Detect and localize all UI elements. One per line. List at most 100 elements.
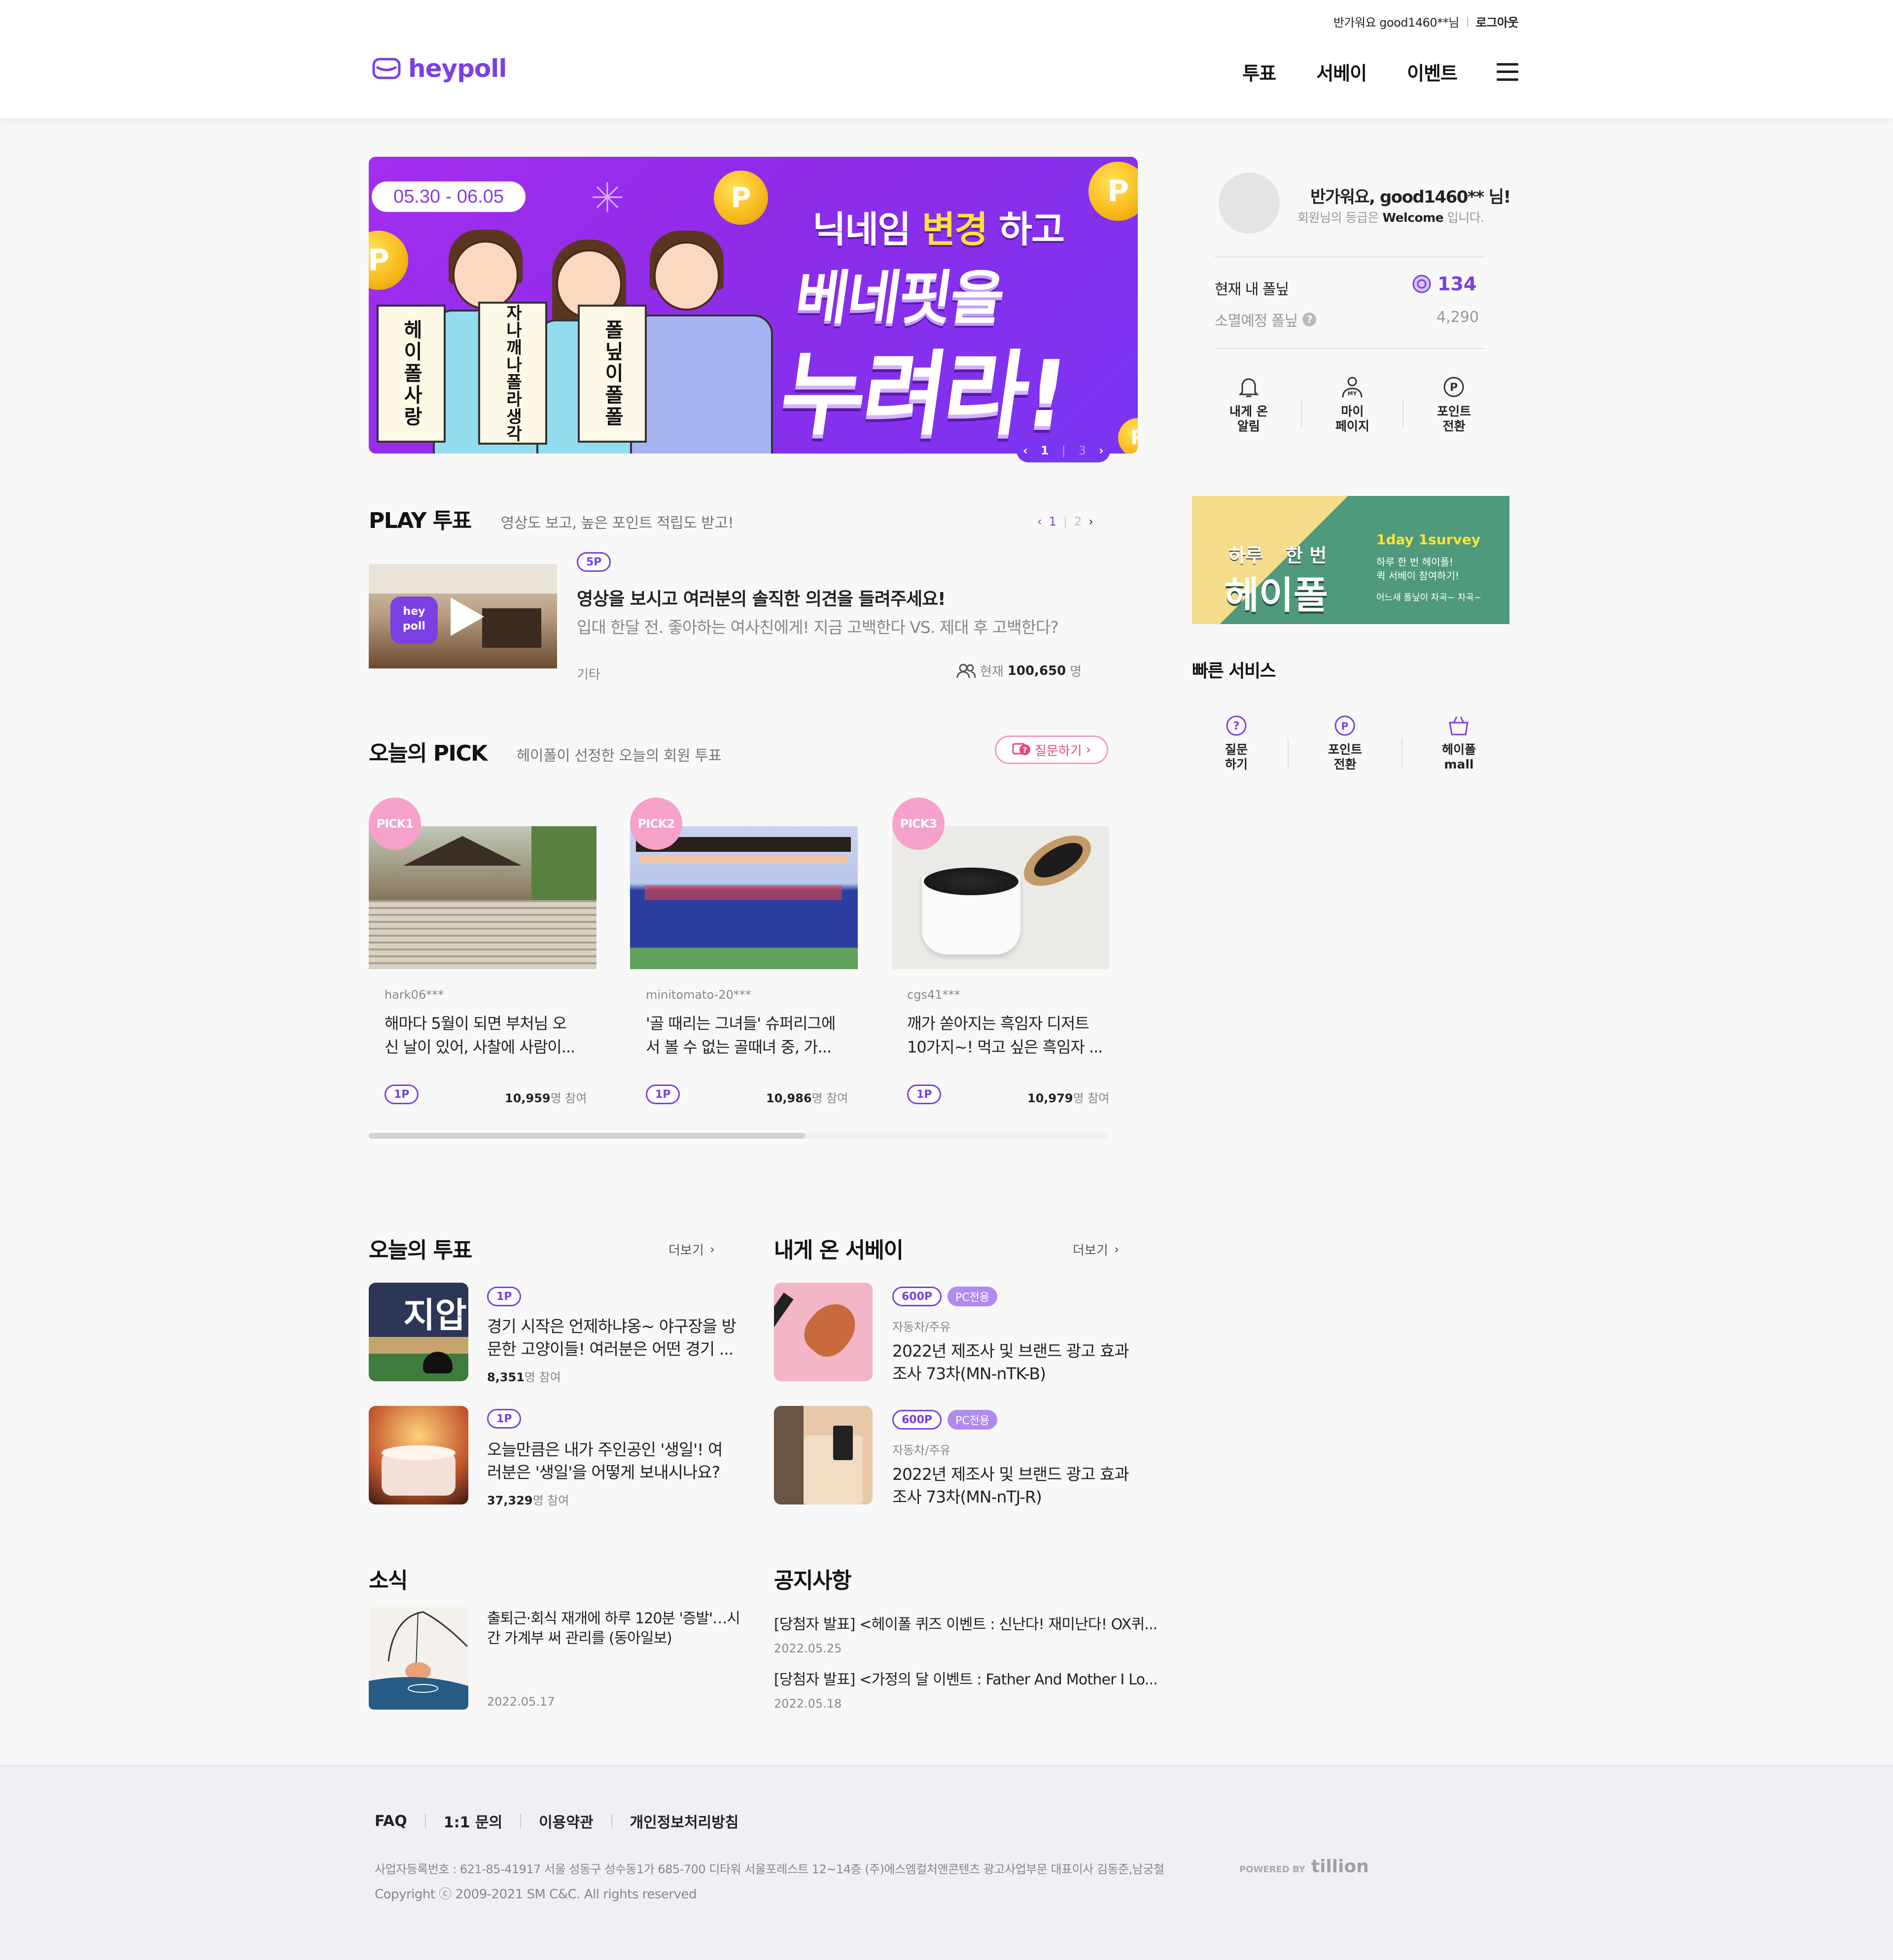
footer-privacy[interactable]: 개인정보처리방침 [630, 1810, 739, 1832]
survey-item-title[interactable]: 2022년 제조사 및 브랜드 광고 효과 조사 73차(MN-nTK-B) [892, 1340, 1129, 1385]
pick-scrollbar-thumb[interactable] [369, 1133, 805, 1139]
chevron-right-icon: › [1086, 742, 1091, 757]
nav-survey[interactable]: 서베이 [1316, 58, 1367, 85]
pick-badge: PICK1 [369, 798, 421, 850]
ask-button-label: 질문하기 [1034, 743, 1082, 759]
notice-item-title[interactable]: [당첨자 발표] <헤이폴 퀴즈 이벤트 : 신난다! 재미난다! OX퀴... [774, 1612, 1157, 1634]
my-page-icon: MY [1342, 377, 1363, 398]
vote-thumbnail[interactable]: 지압 [369, 1283, 468, 1381]
question-icon: ? [1226, 715, 1247, 736]
sidebar-grade: 회원님의 등급은 Welcome 입니다. [1297, 210, 1484, 225]
vote-badge: 1P [487, 1287, 522, 1306]
sparkle-icon [593, 182, 622, 212]
today-vote-more[interactable]: 더보기 › [668, 1240, 715, 1259]
pick-badge: PICK3 [892, 798, 945, 850]
sidebar-menu: 내게 온 알림 MY 마이 페이지 P 포인트 전환 [1229, 375, 1471, 434]
vote-item-title[interactable]: 오늘만큼은 내가 주인공인 '생일'! 여 러분은 '생일'을 어떻게 보내시나요… [487, 1438, 723, 1484]
banner-headline-1: 닉네임 변경 하고 [812, 209, 1065, 251]
play-category: 기타 [577, 667, 600, 682]
footer-inquiry[interactable]: 1:1 문의 [444, 1810, 502, 1832]
ad-text: 한 번 [1286, 545, 1327, 566]
help-icon[interactable]: ? [1302, 313, 1317, 326]
hamburger-menu-icon[interactable] [1497, 63, 1518, 81]
play-thumbnail[interactable]: hey poll [369, 564, 557, 668]
ad-text: 하루 한 번 헤이폴! [1376, 556, 1453, 568]
svg-text:?: ? [1022, 745, 1027, 755]
survey-title: 내게 온 서베이 [774, 1238, 904, 1263]
quick-mall[interactable]: 헤이폴 mall [1442, 714, 1476, 772]
survey-thumbnail[interactable] [774, 1406, 873, 1505]
logo[interactable]: heypoll [372, 54, 507, 83]
news-thumbnail[interactable] [369, 1607, 468, 1710]
question-bubble-icon: ? [1012, 743, 1030, 755]
vote-thumb-text: 지압 [403, 1295, 467, 1335]
vote-count: 8,351명 참여 [487, 1370, 561, 1384]
survey-badges: 600P PC전용 [892, 1287, 998, 1306]
footer-faq[interactable]: FAQ [375, 1813, 407, 1830]
expire-value: 4,290 [1437, 309, 1479, 326]
coin-icon: P [714, 171, 768, 225]
logo-text: heypoll [408, 54, 507, 83]
play-item-title[interactable]: 영상을 보시고 여러분의 솔직한 의견을 들려주세요! [577, 585, 946, 610]
survey-more[interactable]: 더보기 › [1073, 1240, 1119, 1259]
footer-terms[interactable]: 이용약관 [539, 1810, 593, 1832]
ad-text: 퀵 서베이 참여하기! [1376, 570, 1459, 582]
avatar[interactable] [1219, 173, 1280, 234]
vote-count: 37,329명 참여 [487, 1494, 569, 1507]
pick-subtitle: 헤이폴이 선정한 오늘의 회원 투표 [516, 747, 722, 765]
svg-text:MY: MY [1348, 390, 1358, 397]
people-icon [956, 664, 976, 678]
svg-text:?: ? [1233, 720, 1240, 733]
play-header: PLAY 투표 영상도 보고, 높은 포인트 적립도 받고! [369, 503, 734, 534]
nav-vote[interactable]: 투표 [1242, 58, 1276, 85]
survey-category: 자동차/주유 [892, 1320, 951, 1334]
coin-icon: P [369, 231, 408, 290]
coin-icon: P [1118, 418, 1138, 454]
prev-arrow-icon[interactable]: ‹ [1023, 444, 1028, 457]
ad-text: 어느새 폴닢이 차곡~ 차곡~ [1376, 593, 1481, 603]
current-label: 현재 [980, 665, 1004, 679]
divider [1215, 348, 1486, 349]
survey-item-title[interactable]: 2022년 제조사 및 브랜드 광고 효과 조사 73차(MN-nTJ-R) [892, 1463, 1129, 1508]
banner-card: 헤이폴사랑 [377, 305, 446, 443]
hero-banner[interactable]: 05.30 - 06.05 P P P P 헤이폴사랑 자나깨나폴라생각 폴닢이… [369, 157, 1138, 454]
nav-event[interactable]: 이벤트 [1407, 58, 1458, 85]
notice-item-title[interactable]: [당첨자 발표] <가정의 달 이벤트 : Father And Mother … [774, 1667, 1158, 1689]
mypage-menu[interactable]: MY 마이 페이지 [1335, 375, 1369, 434]
banner-pager: ‹ 1 | 3 › [1017, 439, 1110, 462]
daily-survey-ad[interactable]: 하루 한 번 헤이폴 1day 1survey 하루 한 번 헤이폴! 퀵 서베… [1192, 496, 1509, 624]
character-face [453, 241, 519, 310]
pick-scrollbar[interactable] [369, 1133, 1108, 1139]
play-title: PLAY 투표 [369, 508, 472, 533]
character-body [630, 315, 773, 454]
card-title[interactable]: 깨가 쏟아지는 흑임자 디저트 10가지~! 먹고 싶은 흑임자 ... [907, 1012, 1103, 1059]
vote-item-title[interactable]: 경기 시작은 언제하냐옹~ 야구장을 방 문한 고양이들! 여러분은 어떤 경기 … [487, 1315, 736, 1361]
chevron-right-icon: › [709, 1242, 715, 1257]
notice-title: 공지사항 [774, 1568, 851, 1593]
ask-button[interactable]: ? 질문하기 › [995, 735, 1108, 764]
point-exchange-icon: P [1334, 715, 1355, 736]
notification-menu[interactable]: 내게 온 알림 [1229, 375, 1268, 434]
point-exchange-menu[interactable]: P 포인트 전환 [1437, 375, 1471, 434]
prev-arrow-icon[interactable]: ‹ [1037, 515, 1042, 528]
vote-badge: 1P [487, 1409, 522, 1429]
point-exchange-icon: P [1443, 377, 1464, 397]
news-date: 2022.05.17 [487, 1695, 555, 1709]
news-item-title[interactable]: 출퇴근·회식 재개에 하루 120분 '증발'…시 간 가계부 써 관리를 (동아… [487, 1609, 740, 1648]
next-arrow-icon[interactable]: › [1099, 444, 1104, 457]
survey-thumbnail[interactable] [774, 1283, 873, 1381]
quick-ask[interactable]: ? 질문 하기 [1225, 714, 1248, 772]
powered-by: POWERED BY tillion [1239, 1856, 1369, 1877]
pick-badge: PICK2 [630, 798, 682, 850]
quick-point-exchange[interactable]: P 포인트 전환 [1328, 714, 1362, 772]
ad-text: 1day 1survey [1376, 531, 1480, 548]
vote-thumbnail[interactable] [369, 1406, 468, 1505]
next-arrow-icon[interactable]: › [1088, 515, 1093, 528]
points-label: 현재 내 폴닢 [1215, 281, 1289, 298]
participant-count: 100,650 [1007, 663, 1066, 678]
banner-headline-3: 누려라! [774, 341, 1073, 448]
shopping-basket-icon [1449, 716, 1469, 735]
logout-link[interactable]: 로그아웃 [1476, 13, 1519, 30]
card-title[interactable]: '골 때리는 그녀들' 슈퍼리그에 서 볼 수 없는 골때녀 중, 가... [646, 1012, 836, 1059]
card-title[interactable]: 해마다 5월이 되면 부처님 오신 날이 있어, 사찰에 사람이... [385, 1012, 575, 1059]
